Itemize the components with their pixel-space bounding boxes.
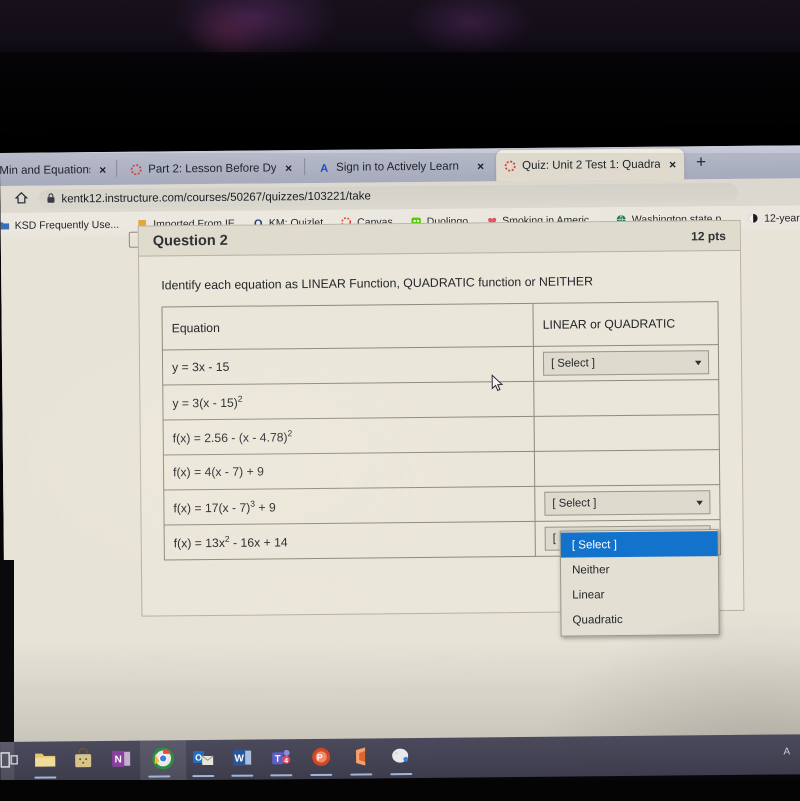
answer-cell-0: [ Select ] ▾ xyxy=(533,344,719,382)
svg-text:W: W xyxy=(234,753,244,764)
desktop-left-edge xyxy=(0,560,14,748)
browser-tab-1[interactable]: Part 2: Lesson Before Dying Chart × xyxy=(122,152,300,185)
task-view-icon[interactable] xyxy=(0,747,22,773)
paint-icon[interactable] xyxy=(388,743,414,769)
equation-cell-4: f(x) = 17(x - 7)3 + 9 xyxy=(163,486,536,525)
bookmark-label: 12-year-olds offere... xyxy=(764,211,800,225)
taskbar-running-indicator xyxy=(310,773,333,777)
taskbar-running-indicator xyxy=(148,775,171,778)
actively-learn-icon: A xyxy=(318,161,330,174)
select-value: [ Select ] xyxy=(552,497,597,510)
bookmark-label: KSD Frequently Use... xyxy=(14,218,120,232)
taskbar-running-indicator xyxy=(270,774,293,777)
column-header-answer: LINEAR or QUADRATIC xyxy=(532,301,719,347)
equation-cell-5: f(x) = 13x2 - 16x + 14 xyxy=(164,521,536,560)
answer-cell-2: [ Select ] ▾ xyxy=(534,414,720,452)
canvas-icon xyxy=(130,163,142,175)
answer-dropdown-list[interactable]: [ Select ] Neither Linear Quadratic xyxy=(559,529,720,637)
taskbar-running-indicator xyxy=(192,774,215,778)
lock-icon xyxy=(46,190,55,208)
room-shadow xyxy=(0,52,800,155)
table-header-row: Equation LINEAR or QUADRATIC xyxy=(161,301,719,350)
tab-label: Quiz: Unit 2 Test 1: Quadratic Fun xyxy=(522,158,661,172)
svg-text:A: A xyxy=(320,162,328,173)
word-icon[interactable]: W xyxy=(229,745,255,771)
svg-text:T: T xyxy=(275,754,281,765)
monitor-screen: /Min and Equations × Part 2: Lesson Befo… xyxy=(0,145,800,748)
dropdown-option-quadratic[interactable]: Quadratic xyxy=(561,606,718,633)
svg-text:O: O xyxy=(195,753,202,763)
taskbar-inner: N O W T4 P A xyxy=(0,734,800,782)
dropdown-option-neither[interactable]: Neither xyxy=(561,556,718,583)
equation-cell-2: f(x) = 2.56 - (x - 4.78)2 xyxy=(163,416,535,455)
browser-tab-0[interactable]: /Min and Equations × xyxy=(0,154,114,186)
taskbar-running-indicator xyxy=(34,776,57,779)
equation-cell-1: y = 3(x - 15)2 xyxy=(162,381,535,420)
chevron-down-icon: ▾ xyxy=(696,496,704,507)
powerpoint-icon[interactable]: P xyxy=(308,744,334,770)
dropdown-option-select[interactable]: [ Select ] xyxy=(560,531,718,558)
microsoft-store-icon[interactable] xyxy=(70,746,96,772)
taskbar-running-indicator xyxy=(231,774,254,777)
question2-points: 12 pts xyxy=(691,228,726,243)
tab-separator xyxy=(116,159,118,177)
column-header-equation: Equation xyxy=(161,303,534,350)
tab-label: Part 2: Lesson Before Dying Chart xyxy=(148,161,277,176)
chevron-down-icon: ▾ xyxy=(695,356,703,367)
desk-shadow xyxy=(0,780,800,801)
tab-close-icon[interactable]: × xyxy=(282,161,292,175)
home-icon[interactable] xyxy=(14,191,29,208)
dropdown-option-linear[interactable]: Linear xyxy=(561,581,718,608)
address-bar[interactable]: kentk12.instructure.com/courses/50267/qu… xyxy=(38,182,739,209)
windows-taskbar: N O W T4 P A xyxy=(0,734,800,782)
tab-label: Sign in to Actively Learn xyxy=(336,160,459,174)
table-row: y = 3(x - 15)2 [ Select ] ▾ xyxy=(162,379,720,420)
new-tab-button[interactable]: + xyxy=(696,152,706,172)
tab-label: /Min and Equations xyxy=(0,163,91,177)
tab-close-icon[interactable]: × xyxy=(474,159,484,173)
onenote-icon[interactable]: N xyxy=(108,746,134,772)
table-row: y = 3x - 15 [ Select ] ▾ xyxy=(162,344,719,385)
table-row: f(x) = 4(x - 7) + 9 [ Select ] ▾ xyxy=(163,449,720,490)
tab-close-icon[interactable]: × xyxy=(96,162,106,176)
bookmark-ksd[interactable]: KSD Frequently Use... xyxy=(0,218,128,231)
answer-select-0[interactable]: [ Select ] ▾ xyxy=(542,350,710,376)
taskbar-running-indicator xyxy=(350,773,373,776)
quiz-page: Question 2 12 pts Identify each equation… xyxy=(0,219,800,748)
office-icon[interactable] xyxy=(348,743,374,769)
taskbar-running-indicator xyxy=(390,773,413,776)
svg-text:P: P xyxy=(317,753,323,763)
bookmark-news[interactable]: 12-year-olds offere... xyxy=(739,211,800,224)
tab-close-icon[interactable]: × xyxy=(666,157,676,171)
question2-title: Question 2 xyxy=(152,232,228,250)
outlook-icon[interactable]: O xyxy=(190,745,216,771)
url-text: kentk12.instructure.com/courses/50267/qu… xyxy=(61,189,371,205)
teams-icon[interactable]: T4 xyxy=(268,744,294,770)
answer-select-4[interactable]: [ Select ] ▾ xyxy=(544,490,711,516)
table-row: f(x) = 2.56 - (x - 4.78)2 [ Select ] ▾ xyxy=(163,414,720,455)
svg-text:N: N xyxy=(115,754,122,765)
question2-prompt: Identify each equation as LINEAR Functio… xyxy=(161,274,594,293)
answer-cell-3: [ Select ] ▾ xyxy=(534,449,720,487)
equation-cell-3: f(x) = 4(x - 7) + 9 xyxy=(163,451,535,490)
room-background xyxy=(0,0,800,155)
tab-separator xyxy=(304,158,306,176)
equations-table: Equation LINEAR or QUADRATIC y = 3x - 15… xyxy=(161,301,721,560)
equation-cell-0: y = 3x - 15 xyxy=(162,346,534,385)
browser-tab-2[interactable]: A Sign in to Actively Learn × xyxy=(310,150,492,183)
taskbar-tray-label[interactable]: A xyxy=(783,746,790,757)
news-icon xyxy=(748,213,759,224)
back-forward-icon[interactable]: ‹ xyxy=(0,192,1,206)
answer-cell-4: [ Select ] ▾ xyxy=(534,484,721,522)
google-chrome-icon[interactable] xyxy=(150,745,176,771)
canvas-icon xyxy=(504,160,516,172)
folder-icon xyxy=(0,220,10,231)
file-explorer-icon[interactable] xyxy=(32,746,58,772)
select-value: [ Select ] xyxy=(550,357,596,370)
answer-cell-1: [ Select ] ▾ xyxy=(533,379,720,417)
table-row: f(x) = 17(x - 7)3 + 9 [ Select ] ▾ xyxy=(163,484,721,525)
browser-tab-3-active[interactable]: Quiz: Unit 2 Test 1: Quadratic Fun × xyxy=(495,148,685,182)
svg-text:4: 4 xyxy=(284,758,288,765)
